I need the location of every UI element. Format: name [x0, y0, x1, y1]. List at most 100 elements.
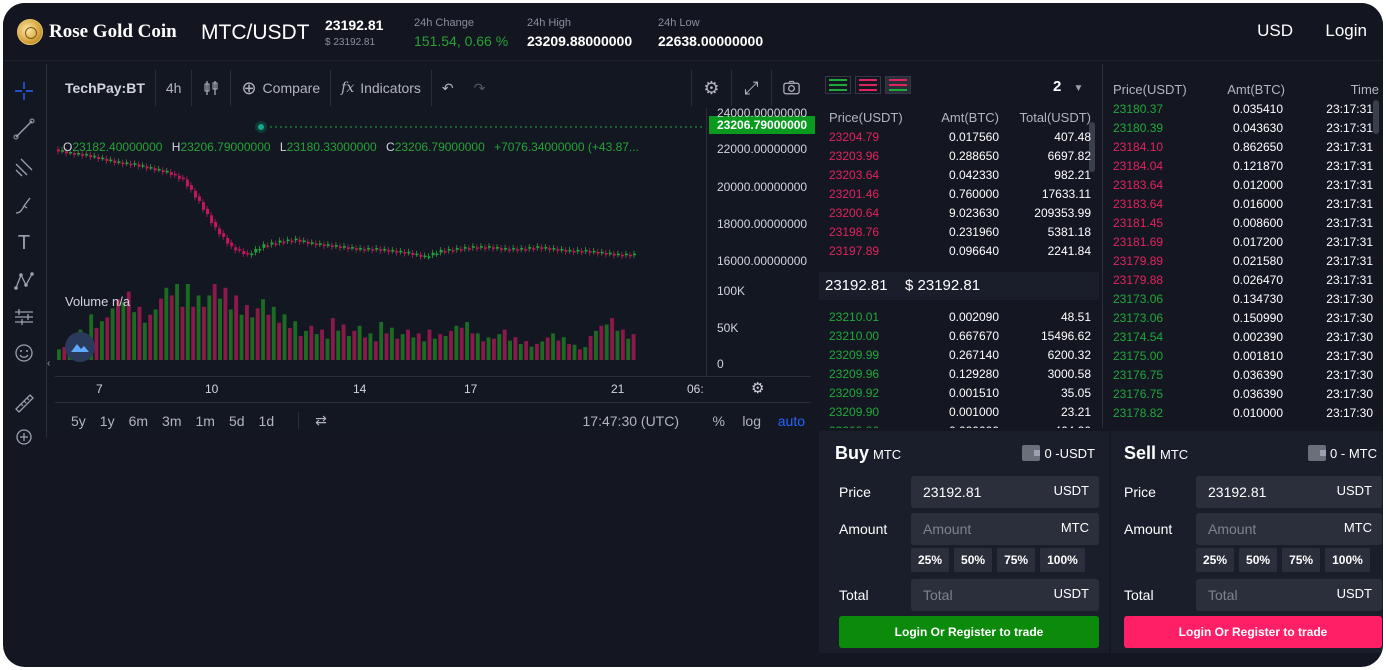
date-range-icon[interactable]: ⇄ — [298, 412, 327, 429]
axis-settings-gear-icon[interactable]: ⚙ — [751, 379, 764, 397]
percent-scale-toggle[interactable]: % — [713, 413, 725, 429]
utc-clock[interactable]: 17:47:30 (UTC) — [583, 413, 679, 429]
sell-login-button[interactable]: Login Or Register to trade — [1124, 616, 1382, 648]
range-1m[interactable]: 1m — [196, 413, 215, 429]
volume-bars-group — [57, 284, 636, 360]
brush-icon[interactable] — [11, 192, 37, 218]
camera-icon[interactable] — [771, 70, 811, 106]
buy-amount-input[interactable]: Amount MTC — [911, 513, 1099, 545]
recent-trades: Price(USDT) Amt(BTC) Time 23180.37 0.0354… — [1102, 64, 1383, 428]
symbol-search[interactable]: TechPay:BT — [55, 70, 156, 106]
book-both-view-icon[interactable] — [885, 76, 911, 94]
fib-icon[interactable] — [11, 154, 37, 180]
pattern-icon[interactable] — [11, 268, 37, 294]
top-header: Rose Gold Coin MTC/USDT 23192.81 $ 23192… — [3, 3, 1383, 61]
trading-pair[interactable]: MTC/USDT — [201, 21, 310, 45]
range-6m[interactable]: 6m — [129, 413, 148, 429]
trend-line-icon[interactable] — [11, 116, 37, 142]
trade-row: 23180.37 0.035410 23:17:31 — [1111, 100, 1373, 119]
log-scale-toggle[interactable]: log — [742, 413, 761, 429]
ask-row[interactable]: 23203.96 0.288650 6697.82 — [827, 147, 1093, 166]
crosshair-icon[interactable] — [11, 78, 37, 104]
undo-icon[interactable]: ↶ — [432, 70, 464, 106]
price-axis[interactable]: 23206.79000000 24000.00000000 22000.0000… — [706, 106, 816, 376]
compare-button[interactable]: ⊕ Compare — [231, 70, 332, 106]
emoji-icon[interactable] — [11, 340, 37, 366]
book-asks-view-icon[interactable] — [855, 76, 881, 94]
currency-selector[interactable]: USD — [1257, 21, 1293, 41]
collapse-toolbar-icon[interactable]: ‹ — [47, 358, 55, 376]
trade-amount: 0.017200 — [1232, 235, 1283, 249]
sell-pct-75-button[interactable]: 75% — [1282, 548, 1321, 572]
volume-bar — [513, 337, 518, 360]
sell-amount-input[interactable]: Amount MTC — [1196, 513, 1382, 545]
bid-row[interactable]: 23210.00 0.667670 15496.62 — [827, 327, 1093, 346]
interval-selector[interactable]: 4h — [156, 70, 193, 106]
volume-bar — [427, 329, 432, 360]
bid-row[interactable]: 23209.96 0.129280 3000.58 — [827, 365, 1093, 384]
volume-bar — [594, 330, 598, 360]
buy-pct-25-button[interactable]: 25% — [911, 548, 950, 572]
volume-bar — [142, 322, 147, 360]
time-axis[interactable]: 7 10 14 17 21 06: ⚙ — [55, 376, 811, 400]
trade-amount: 0.036390 — [1232, 387, 1283, 401]
bid-row[interactable]: 23210.01 0.002090 48.51 — [827, 308, 1093, 327]
sell-pct-100-button[interactable]: 100% — [1325, 548, 1370, 572]
bid-row[interactable]: 23209.92 0.001510 35.05 — [827, 384, 1093, 403]
indicators-button[interactable]: fx Indicators — [331, 70, 432, 106]
buy-total-input[interactable]: Total USDT — [911, 579, 1099, 611]
redo-icon[interactable]: ↷ — [464, 70, 496, 106]
last-price-usd: $ 23192.81 — [325, 37, 376, 48]
range-1d[interactable]: 1d — [259, 413, 275, 429]
trades-scrollbar[interactable] — [1373, 100, 1379, 134]
bid-row[interactable]: 23209.90 0.001000 23.21 — [827, 403, 1093, 422]
book-bids-view-icon[interactable] — [825, 76, 851, 94]
trade-row: 23178.82 0.010000 23:17:30 — [1111, 404, 1373, 423]
range-5y[interactable]: 5y — [71, 413, 86, 429]
buy-price-input[interactable]: 23192.81 USDT — [911, 476, 1099, 508]
trade-row: 23173.06 0.134730 23:17:30 — [1111, 290, 1373, 309]
candle-style-icon[interactable] — [192, 70, 232, 106]
ask-price: 23200.64 — [829, 206, 880, 220]
sell-total-input[interactable]: Total USDT — [1196, 579, 1382, 611]
fullscreen-icon[interactable]: ⤢ — [731, 70, 771, 106]
bid-row[interactable]: 23209.99 0.267140 6200.32 — [827, 346, 1093, 365]
ask-row[interactable]: 23200.64 9.023630 209353.99 — [827, 204, 1093, 223]
login-link[interactable]: Login — [1325, 21, 1367, 41]
bid-row[interactable]: 23209.86 0.020000 464.20 — [827, 422, 1093, 428]
sell-price-input[interactable]: 23192.81 USDT — [1196, 476, 1382, 508]
buy-login-button[interactable]: Login Or Register to trade — [839, 616, 1099, 648]
range-1y[interactable]: 1y — [100, 413, 115, 429]
prediction-icon[interactable] — [11, 304, 37, 330]
text-tool-icon[interactable]: T — [11, 230, 37, 256]
ask-row[interactable]: 23201.46 0.760000 17633.11 — [827, 185, 1093, 204]
zoom-in-icon[interactable] — [11, 424, 37, 450]
chart-logo-icon[interactable] — [65, 332, 95, 362]
sell-price-unit: USDT — [1336, 483, 1372, 498]
ruler-icon[interactable] — [11, 390, 37, 416]
precision-selector[interactable]: 2 ▼ — [1053, 78, 1083, 95]
sell-pct-50-button[interactable]: 50% — [1239, 548, 1278, 572]
buy-pct-50-button[interactable]: 50% — [954, 548, 993, 572]
auto-scale-toggle[interactable]: auto — [778, 413, 805, 429]
brand[interactable]: Rose Gold Coin — [17, 19, 177, 45]
trade-price: 23173.06 — [1113, 292, 1164, 306]
range-3m[interactable]: 3m — [162, 413, 181, 429]
ask-row[interactable]: 23198.76 0.231960 5381.18 — [827, 223, 1093, 242]
candle-body — [512, 248, 516, 250]
candle-body — [242, 251, 246, 255]
ask-row[interactable]: 23203.64 0.042330 982.21 — [827, 166, 1093, 185]
buy-pct-100-button[interactable]: 100% — [1040, 548, 1085, 572]
sell-pct-25-button[interactable]: 25% — [1196, 548, 1235, 572]
trade-row: 23176.75 0.036390 23:17:30 — [1111, 385, 1373, 404]
range-5d[interactable]: 5d — [229, 413, 245, 429]
candle-body — [157, 168, 161, 171]
buy-pct-75-button[interactable]: 75% — [997, 548, 1036, 572]
ask-row[interactable]: 23197.89 0.096640 2241.84 — [827, 242, 1093, 261]
ask-row[interactable]: 23204.79 0.017560 407.48 — [827, 128, 1093, 147]
candlestick-plot[interactable]: O23182.40000000 H23206.79000000 L23180.3… — [55, 108, 705, 376]
settings-gear-icon[interactable]: ⚙ — [691, 70, 731, 106]
bid-amount: 0.267140 — [948, 348, 999, 362]
bid-total: 35.05 — [1060, 386, 1091, 400]
volume-bar — [94, 328, 99, 360]
